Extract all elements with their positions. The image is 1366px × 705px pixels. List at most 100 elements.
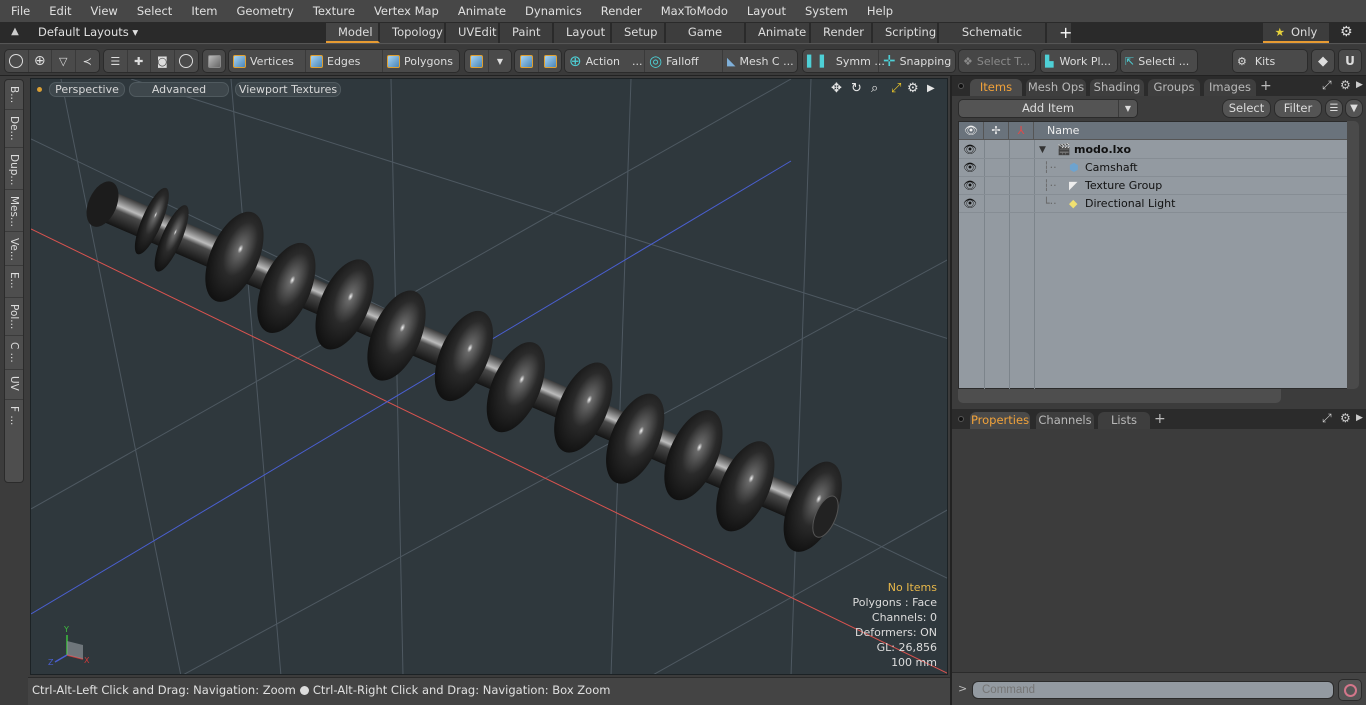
default-layouts-dropdown[interactable]: Default Layouts ▾ bbox=[38, 22, 138, 43]
tab-game-tools[interactable]: Game Tools bbox=[666, 23, 746, 58]
unity-button[interactable]: ◆ bbox=[1312, 50, 1334, 72]
menu-file[interactable]: File bbox=[0, 0, 38, 22]
tree-row-texture-group[interactable]: 👁 ┆·· ◤ Texture Group bbox=[959, 177, 1348, 195]
menu-layout[interactable]: Layout bbox=[736, 0, 794, 22]
menu-help[interactable]: Help bbox=[856, 0, 901, 22]
cross-button[interactable]: ✚ bbox=[128, 50, 152, 72]
circle-select-button[interactable] bbox=[5, 50, 29, 72]
falloff-button[interactable]: ◎ Falloff bbox=[645, 50, 723, 72]
pivot-button[interactable] bbox=[515, 50, 539, 72]
viewport-menu-dot[interactable] bbox=[37, 87, 42, 92]
unreal-button[interactable]: U bbox=[1339, 50, 1361, 72]
left-tab-vertex[interactable]: Ve... bbox=[5, 232, 23, 266]
left-tab-fusion[interactable]: F ... bbox=[5, 400, 23, 432]
path-button[interactable]: ≺ bbox=[76, 50, 99, 72]
polygons-button[interactable]: Polygons bbox=[383, 50, 459, 72]
rotate-button[interactable] bbox=[175, 50, 198, 72]
tree-row-camshaft[interactable]: 👁 ┆·· ⬢ Camshaft bbox=[959, 159, 1348, 177]
center-button[interactable] bbox=[539, 50, 561, 72]
list-options-button[interactable]: ☰ bbox=[1325, 99, 1343, 118]
tab-layout[interactable]: Layout bbox=[554, 23, 612, 43]
menu-edit[interactable]: Edit bbox=[38, 0, 79, 22]
tab-uvedit[interactable]: UVEdit bbox=[446, 23, 500, 43]
tree-row-scene[interactable]: 👁 ▼ 🎬 modo.lxo bbox=[959, 141, 1348, 159]
lock-column[interactable]: ✢ bbox=[984, 122, 1009, 140]
left-tab-edge[interactable]: E... bbox=[5, 266, 23, 298]
left-tab-uv[interactable]: UV bbox=[5, 370, 23, 400]
left-tab-polygon[interactable]: Pol... bbox=[5, 298, 23, 336]
filter-funnel-button[interactable]: ▼ bbox=[1345, 99, 1363, 118]
menu-texture[interactable]: Texture bbox=[302, 0, 363, 22]
tab-mesh-ops[interactable]: Mesh Ops bbox=[1026, 79, 1086, 96]
tab-shading[interactable]: Shading bbox=[1090, 79, 1144, 96]
expand-panel-icon[interactable]: ⤢ bbox=[1322, 78, 1332, 93]
maximize-view-icon[interactable]: ⤢ bbox=[891, 81, 901, 96]
menu-render[interactable]: Render bbox=[590, 0, 650, 22]
tree-row-directional-light[interactable]: 👁 └·· ◆ Directional Light bbox=[959, 195, 1348, 213]
select-tool-button[interactable]: ❖ Select T... bbox=[959, 50, 1035, 72]
filter-button[interactable]: Filter bbox=[1274, 99, 1322, 118]
menu-vertex-map[interactable]: Vertex Map bbox=[363, 0, 447, 22]
left-tab-basic[interactable]: B... bbox=[5, 80, 23, 110]
tab-scripting[interactable]: Scripting bbox=[873, 23, 939, 43]
viewport-expand-icon[interactable]: ▶ bbox=[927, 83, 935, 94]
viewport-settings-icon[interactable]: ⚙ bbox=[907, 81, 919, 96]
tab-groups[interactable]: Groups bbox=[1148, 79, 1200, 96]
perspective-button[interactable]: Perspective bbox=[49, 82, 125, 97]
workplane-button[interactable]: ▙ Work Pl... bbox=[1041, 50, 1117, 72]
menu-select[interactable]: Select bbox=[126, 0, 180, 22]
eye-icon[interactable]: 👁 bbox=[963, 179, 977, 192]
visibility-column[interactable]: 👁 bbox=[959, 122, 984, 140]
tab-channels[interactable]: Channels bbox=[1036, 412, 1094, 429]
type-column[interactable]: ⅄ bbox=[1009, 122, 1034, 140]
add-panel-tab-icon[interactable]: + bbox=[1260, 78, 1272, 94]
name-column-header[interactable]: Name bbox=[1034, 122, 1348, 140]
panel-gear-icon[interactable]: ⚙ bbox=[1340, 411, 1351, 425]
tab-setup[interactable]: Setup bbox=[612, 23, 666, 43]
tab-properties[interactable]: Properties bbox=[970, 412, 1030, 429]
add-item-button[interactable]: Add Item ▼ bbox=[958, 99, 1138, 118]
kits-button[interactable]: ⚙ Kits bbox=[1233, 50, 1307, 72]
pen-button[interactable]: ▽ bbox=[52, 50, 76, 72]
action-button[interactable]: ⊕ Action... bbox=[565, 50, 645, 72]
symmetry-button[interactable]: ▌▐ Symm ... bbox=[803, 50, 885, 72]
panel-menu-dot[interactable] bbox=[958, 83, 964, 89]
select-button[interactable]: Select bbox=[1222, 99, 1271, 118]
snapping-button[interactable]: ✛ Snapping bbox=[879, 50, 955, 72]
menu-maxtomodo[interactable]: MaxToModo bbox=[650, 0, 736, 22]
record-macro-button[interactable] bbox=[1338, 679, 1362, 701]
viewport-textures-button[interactable]: Viewport Textures bbox=[235, 82, 341, 97]
edges-button[interactable]: Edges bbox=[306, 50, 383, 72]
item-list-horizontal-scrollbar[interactable] bbox=[958, 389, 1281, 403]
add-panel-tab-icon[interactable]: + bbox=[1154, 411, 1166, 427]
menu-animate[interactable]: Animate bbox=[447, 0, 514, 22]
tab-paint[interactable]: Paint bbox=[500, 23, 554, 43]
selection-button[interactable]: ⇱ Selecti ... bbox=[1121, 50, 1197, 72]
add-tab-button[interactable]: + bbox=[1047, 23, 1073, 43]
vertices-button[interactable]: Vertices bbox=[229, 50, 306, 72]
zoom-view-icon[interactable]: ⌕ bbox=[871, 81, 878, 96]
tab-items[interactable]: Items bbox=[970, 79, 1022, 96]
align-button[interactable]: ☰ bbox=[104, 50, 128, 72]
panel-menu-dot[interactable] bbox=[958, 416, 964, 422]
menu-system[interactable]: System bbox=[794, 0, 856, 22]
mesh-constraint-button[interactable]: ◣ Mesh C ... bbox=[723, 50, 797, 72]
left-tab-mesh[interactable]: Mes... bbox=[5, 190, 23, 232]
tab-schematic-fusion[interactable]: Schematic Fusion bbox=[939, 23, 1047, 58]
menu-item[interactable]: Item bbox=[180, 0, 225, 22]
move-view-icon[interactable]: ✥ bbox=[831, 81, 842, 96]
globe-button[interactable]: ⊕ bbox=[29, 50, 53, 72]
frame-button[interactable]: ◙ bbox=[151, 50, 175, 72]
panel-gear-icon[interactable]: ⚙ bbox=[1340, 78, 1351, 92]
item-list-vertical-scrollbar[interactable] bbox=[1347, 121, 1359, 389]
tab-lists[interactable]: Lists bbox=[1098, 412, 1150, 429]
only-button[interactable]: ★ Only bbox=[1263, 23, 1329, 43]
panel-arrow-icon[interactable]: ▶ bbox=[1356, 413, 1363, 423]
gear-icon[interactable]: ⚙ bbox=[1340, 24, 1353, 40]
eye-icon[interactable]: 👁 bbox=[963, 143, 977, 156]
tab-model[interactable]: Model bbox=[326, 23, 380, 43]
material-dropdown[interactable]: ▼ bbox=[489, 50, 511, 72]
tab-render[interactable]: Render bbox=[811, 23, 873, 43]
tab-animate[interactable]: Animate bbox=[746, 23, 811, 43]
advanced-button[interactable]: Advanced bbox=[129, 82, 229, 97]
